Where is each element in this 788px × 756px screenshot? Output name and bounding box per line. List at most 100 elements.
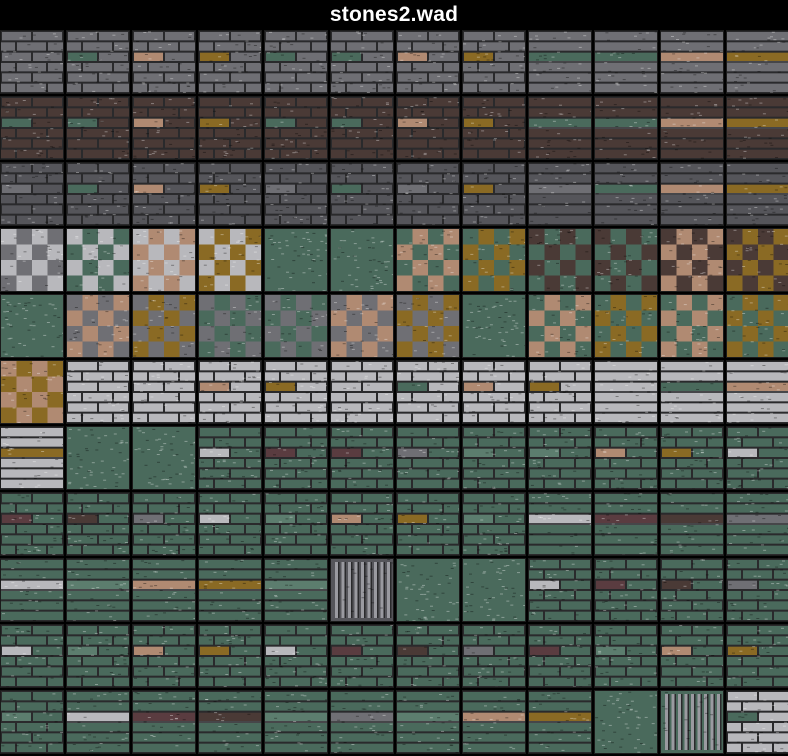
texture-tile[interactable] <box>330 690 394 754</box>
texture-tile[interactable] <box>264 30 328 94</box>
texture-tile[interactable] <box>198 162 262 226</box>
texture-tile[interactable] <box>66 492 130 556</box>
texture-tile[interactable] <box>660 492 724 556</box>
texture-tile[interactable] <box>594 558 658 622</box>
texture-tile[interactable] <box>0 162 64 226</box>
texture-tile[interactable] <box>264 96 328 160</box>
texture-tile[interactable] <box>0 294 64 358</box>
texture-tile[interactable] <box>594 360 658 424</box>
texture-tile[interactable] <box>726 96 788 160</box>
texture-tile[interactable] <box>594 162 658 226</box>
texture-tile[interactable] <box>66 294 130 358</box>
texture-tile[interactable] <box>330 30 394 94</box>
texture-tile[interactable] <box>264 294 328 358</box>
texture-tile[interactable] <box>132 162 196 226</box>
texture-tile[interactable] <box>264 624 328 688</box>
texture-tile[interactable] <box>0 624 64 688</box>
texture-tile[interactable] <box>660 426 724 490</box>
texture-tile[interactable] <box>594 426 658 490</box>
texture-tile[interactable] <box>594 690 658 754</box>
texture-tile[interactable] <box>66 360 130 424</box>
texture-tile[interactable] <box>0 30 64 94</box>
texture-tile[interactable] <box>66 690 130 754</box>
texture-tile[interactable] <box>330 162 394 226</box>
texture-tile[interactable] <box>198 624 262 688</box>
texture-tile[interactable] <box>726 360 788 424</box>
texture-tile[interactable] <box>528 96 592 160</box>
texture-tile[interactable] <box>462 492 526 556</box>
texture-tile[interactable] <box>528 30 592 94</box>
texture-tile[interactable] <box>396 360 460 424</box>
texture-tile[interactable] <box>594 492 658 556</box>
texture-tile[interactable] <box>198 96 262 160</box>
texture-tile[interactable] <box>660 360 724 424</box>
texture-tile[interactable] <box>462 228 526 292</box>
texture-tile[interactable] <box>330 558 394 622</box>
texture-tile[interactable] <box>132 294 196 358</box>
texture-tile[interactable] <box>198 558 262 622</box>
texture-tile[interactable] <box>726 624 788 688</box>
texture-tile[interactable] <box>396 624 460 688</box>
texture-tile[interactable] <box>726 294 788 358</box>
texture-tile[interactable] <box>462 558 526 622</box>
texture-tile[interactable] <box>330 360 394 424</box>
texture-tile[interactable] <box>726 690 788 754</box>
texture-tile[interactable] <box>198 426 262 490</box>
texture-tile[interactable] <box>528 228 592 292</box>
texture-tile[interactable] <box>660 690 724 754</box>
texture-tile[interactable] <box>594 30 658 94</box>
texture-tile[interactable] <box>726 426 788 490</box>
texture-tile[interactable] <box>198 294 262 358</box>
texture-tile[interactable] <box>198 690 262 754</box>
texture-tile[interactable] <box>528 558 592 622</box>
texture-tile[interactable] <box>660 96 724 160</box>
texture-tile[interactable] <box>396 96 460 160</box>
texture-tile[interactable] <box>66 624 130 688</box>
texture-tile[interactable] <box>462 96 526 160</box>
texture-tile[interactable] <box>198 228 262 292</box>
texture-tile[interactable] <box>264 426 328 490</box>
texture-tile[interactable] <box>396 228 460 292</box>
texture-tile[interactable] <box>528 624 592 688</box>
texture-tile[interactable] <box>726 162 788 226</box>
texture-tile[interactable] <box>0 558 64 622</box>
texture-tile[interactable] <box>264 228 328 292</box>
texture-tile[interactable] <box>132 426 196 490</box>
texture-tile[interactable] <box>726 558 788 622</box>
texture-tile[interactable] <box>198 360 262 424</box>
texture-tile[interactable] <box>594 294 658 358</box>
texture-tile[interactable] <box>330 624 394 688</box>
texture-tile[interactable] <box>330 228 394 292</box>
texture-tile[interactable] <box>66 96 130 160</box>
texture-tile[interactable] <box>462 426 526 490</box>
texture-tile[interactable] <box>264 690 328 754</box>
texture-tile[interactable] <box>660 162 724 226</box>
texture-tile[interactable] <box>66 162 130 226</box>
texture-tile[interactable] <box>0 360 64 424</box>
texture-tile[interactable] <box>528 492 592 556</box>
texture-tile[interactable] <box>330 426 394 490</box>
texture-tile[interactable] <box>198 492 262 556</box>
texture-tile[interactable] <box>528 360 592 424</box>
texture-tile[interactable] <box>396 30 460 94</box>
texture-tile[interactable] <box>660 294 724 358</box>
texture-tile[interactable] <box>132 492 196 556</box>
texture-tile[interactable] <box>462 294 526 358</box>
texture-tile[interactable] <box>660 624 724 688</box>
texture-tile[interactable] <box>66 558 130 622</box>
texture-tile[interactable] <box>528 690 592 754</box>
texture-tile[interactable] <box>726 228 788 292</box>
texture-tile[interactable] <box>396 162 460 226</box>
texture-tile[interactable] <box>132 96 196 160</box>
texture-tile[interactable] <box>0 492 64 556</box>
texture-tile[interactable] <box>66 30 130 94</box>
texture-tile[interactable] <box>396 426 460 490</box>
texture-tile[interactable] <box>66 426 130 490</box>
texture-tile[interactable] <box>264 558 328 622</box>
texture-tile[interactable] <box>66 228 130 292</box>
texture-tile[interactable] <box>462 360 526 424</box>
texture-tile[interactable] <box>594 624 658 688</box>
texture-tile[interactable] <box>396 558 460 622</box>
texture-tile[interactable] <box>396 492 460 556</box>
texture-tile[interactable] <box>594 228 658 292</box>
